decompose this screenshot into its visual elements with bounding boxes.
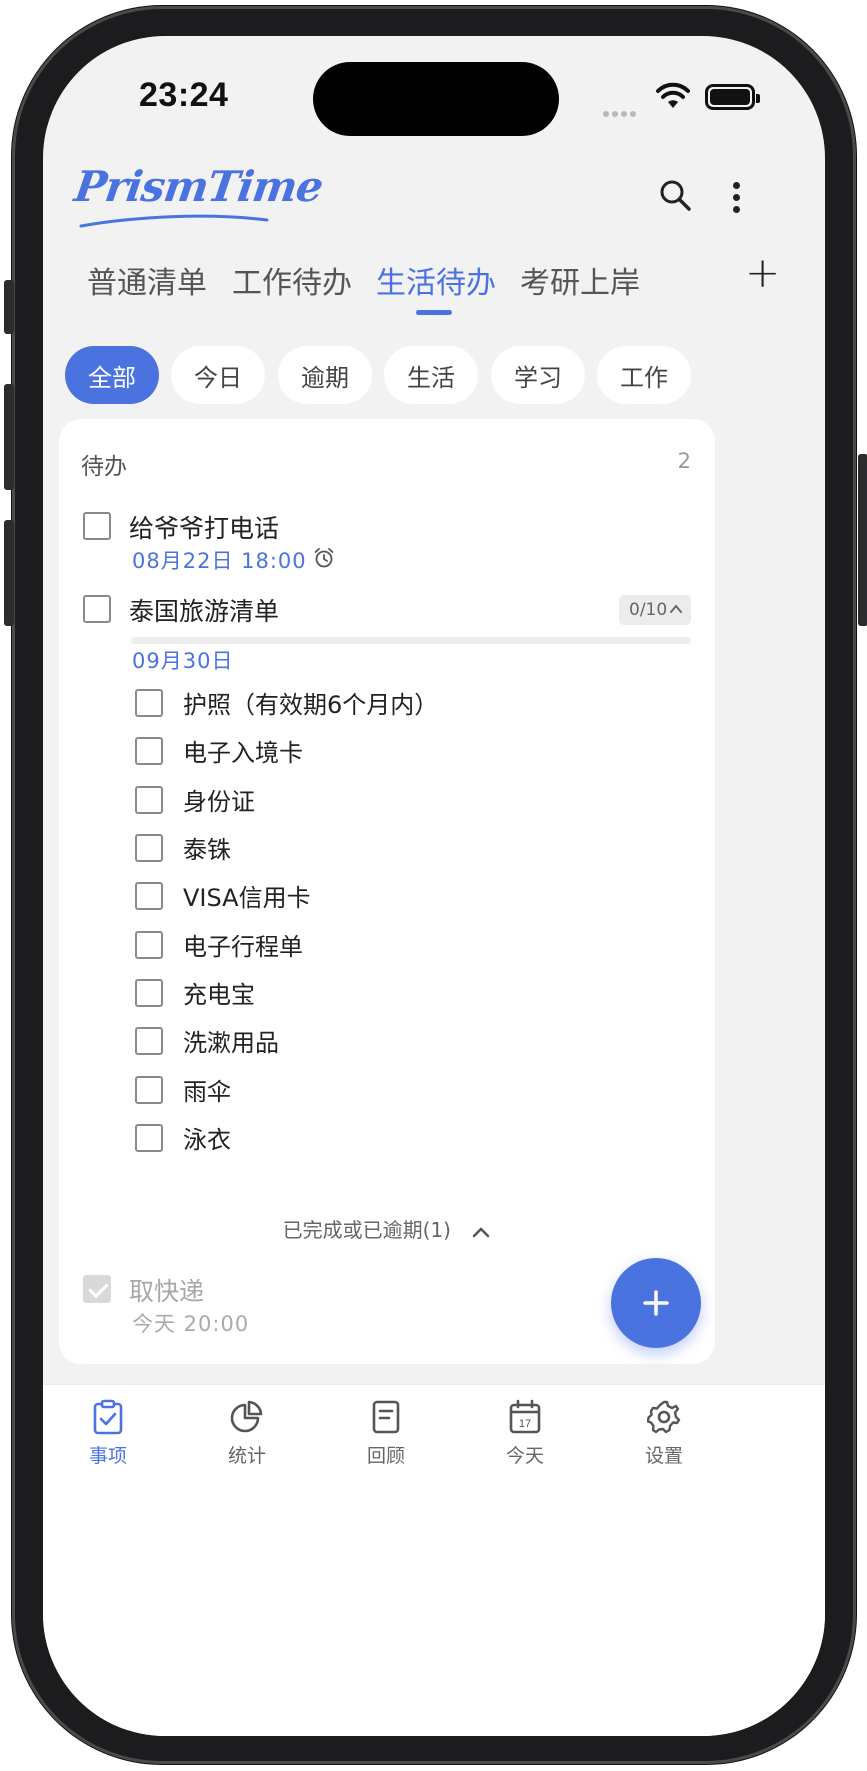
nav-label: 事项: [88, 1445, 127, 1467]
svg-text:17: 17: [519, 1418, 531, 1430]
power-button: [858, 454, 867, 626]
subtask-item[interactable]: VISA信用卡: [135, 876, 695, 916]
wifi-icon: [656, 82, 690, 108]
subtask-checkbox[interactable]: [135, 1124, 163, 1152]
calendar-icon: 17: [509, 1399, 541, 1434]
task-title[interactable]: 取快递: [129, 1272, 204, 1308]
dynamic-island: [313, 62, 559, 136]
bottom-nav: 事项 统计 回顾 17 今天 设置: [43, 1384, 825, 1736]
subtask-title: 雨伞: [183, 1078, 231, 1106]
subtask-title: 电子行程单: [183, 933, 303, 961]
gear-icon: [647, 1400, 681, 1434]
completed-section-toggle[interactable]: 已完成或已逾期(1): [59, 1214, 715, 1243]
subtask-item[interactable]: 雨伞: [135, 1070, 695, 1110]
task-checkbox[interactable]: [83, 512, 111, 540]
nav-label: 今天: [505, 1445, 544, 1467]
task-checkbox[interactable]: [83, 595, 111, 623]
subtask-title: VISA信用卡: [183, 884, 311, 912]
nav-settings[interactable]: 设置: [614, 1399, 714, 1468]
chip-study[interactable]: 学习: [491, 346, 585, 404]
task-date: 08月22日 18:00: [132, 549, 307, 573]
nav-items[interactable]: 事项: [58, 1399, 158, 1468]
subtask-item[interactable]: 身份证: [135, 780, 695, 820]
app-logo: PrismTime: [71, 162, 326, 211]
chip-today[interactable]: 今日: [171, 346, 265, 404]
subtask-progress-bar: [131, 637, 691, 644]
chip-work[interactable]: 工作: [597, 346, 691, 404]
add-tab-button[interactable]: +: [745, 252, 780, 294]
nav-label: 设置: [644, 1445, 683, 1467]
subtask-checkbox[interactable]: [135, 931, 163, 959]
document-icon: [372, 1400, 400, 1434]
volume-up-button: [4, 384, 14, 490]
plus-icon: [643, 1290, 669, 1316]
subtask-checkbox[interactable]: [135, 1027, 163, 1055]
subtask-checkbox[interactable]: [135, 882, 163, 910]
subtask-checkbox[interactable]: [135, 737, 163, 765]
subtask-title: 洗漱用品: [183, 1029, 279, 1057]
silent-switch: [4, 280, 14, 334]
subtask-title: 电子入境卡: [183, 739, 303, 767]
battery-icon: [705, 84, 760, 110]
add-task-button[interactable]: [611, 1258, 701, 1348]
clipboard-check-icon: [93, 1399, 123, 1435]
tab-kaoyan[interactable]: 考研上岸: [520, 258, 640, 302]
subtask-item[interactable]: 泰铢: [135, 828, 695, 868]
tab-putong[interactable]: 普通清单: [87, 258, 207, 302]
subtask-checkbox[interactable]: [135, 786, 163, 814]
subtask-checkbox[interactable]: [135, 834, 163, 862]
status-time: 23:24: [139, 76, 229, 114]
subtask-title: 充电宝: [183, 981, 255, 1009]
subtask-checkbox[interactable]: [135, 1076, 163, 1104]
task-title[interactable]: 给爷爷打电话: [129, 509, 279, 545]
volume-down-button: [4, 520, 14, 626]
subtask-checkbox[interactable]: [135, 979, 163, 1007]
subtask-title: 泳衣: [183, 1126, 231, 1154]
tab-shenghuo[interactable]: 生活待办: [376, 258, 496, 302]
subtask-item[interactable]: 电子行程单: [135, 925, 695, 965]
task-checkbox-checked[interactable]: [83, 1275, 111, 1303]
cellular-signal-icon: [603, 102, 639, 121]
nav-label: 统计: [227, 1445, 266, 1467]
subtask-item[interactable]: 电子入境卡: [135, 731, 695, 771]
subtask-title: 身份证: [183, 788, 255, 816]
subtask-progress-label: 0/10: [629, 600, 668, 620]
task-date: 今天 20:00: [132, 1312, 250, 1336]
alarm-clock-icon: [314, 548, 334, 568]
nav-review[interactable]: 回顾: [336, 1399, 436, 1468]
nav-today[interactable]: 17 今天: [475, 1399, 575, 1468]
search-icon[interactable]: [659, 179, 691, 211]
subtask-item[interactable]: 充电宝: [135, 973, 695, 1013]
todo-card: 待办 2 给爷爷打电话 08月22日 18:00 泰国旅游清单 0/10 09月…: [59, 419, 715, 1364]
subtask-item[interactable]: 洗漱用品: [135, 1021, 695, 1061]
nav-label: 回顾: [366, 1445, 405, 1467]
list-tabs: 普通清单 工作待办 生活待办 考研上岸 +: [43, 252, 825, 328]
app-screen: 23:24 PrismTime 普通清单 工作待办 生活待办 考研上岸 + 全部…: [43, 36, 825, 1736]
chip-life[interactable]: 生活: [384, 346, 478, 404]
more-options-icon[interactable]: [733, 182, 740, 218]
task-title[interactable]: 泰国旅游清单: [129, 592, 279, 628]
completed-section-label: 已完成或已逾期(1): [282, 1218, 451, 1242]
subtask-item[interactable]: 护照（有效期6个月内）: [135, 683, 695, 723]
nav-stats[interactable]: 统计: [197, 1399, 297, 1468]
subtask-checkbox[interactable]: [135, 689, 163, 717]
logo-swoosh: [79, 214, 269, 228]
subtask-title: 泰铢: [183, 836, 231, 864]
chip-all[interactable]: 全部: [65, 346, 159, 404]
subtask-title: 护照（有效期6个月内）: [183, 691, 439, 719]
subtask-item[interactable]: 泳衣: [135, 1118, 695, 1158]
section-count: 2: [677, 449, 691, 473]
task-date: 09月30日: [132, 649, 234, 673]
chevron-up-icon: [473, 1226, 490, 1237]
active-tab-indicator: [416, 310, 452, 315]
chevron-up-icon: [670, 604, 682, 613]
chip-overdue[interactable]: 逾期: [278, 346, 372, 404]
tab-gongzuo[interactable]: 工作待办: [232, 258, 352, 302]
pie-chart-icon: [230, 1400, 263, 1433]
section-title: 待办: [81, 454, 127, 480]
subtask-progress-badge[interactable]: 0/10: [619, 595, 691, 625]
